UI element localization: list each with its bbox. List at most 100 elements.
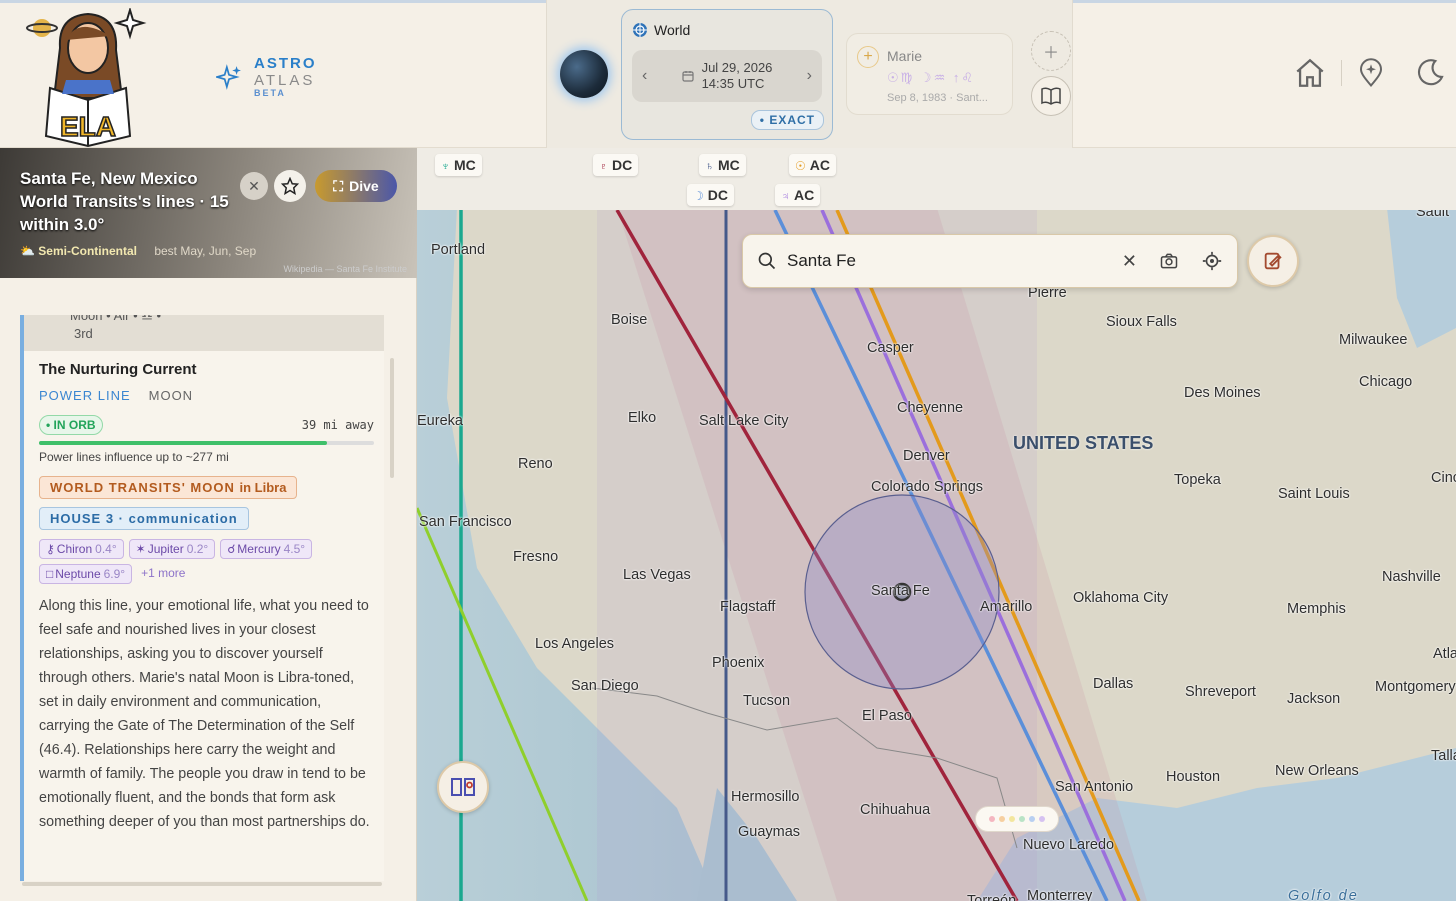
notes-button[interactable] [1247, 235, 1299, 287]
world-chart-card[interactable]: World ‹ Jul 29, 2026 14:35 UTC › • EXACT [621, 9, 833, 140]
city-label: Saint Louis [1278, 486, 1350, 502]
home-icon[interactable] [1293, 56, 1327, 90]
orb-progress-fill [39, 441, 328, 445]
line-detail-scroll[interactable]: Moon • Air • ♎ • 3rd The Nurturing Curre… [20, 315, 384, 881]
country-label: UNITED STATES [1013, 433, 1154, 453]
aspect-planet: Neptune [55, 567, 101, 581]
previous-line-item[interactable]: Moon • Air • ♎ • 3rd [24, 315, 384, 351]
aspect-orb: 4.5° [283, 542, 306, 556]
sun-cloud-icon: ⛅ [20, 244, 35, 258]
city-label: Santa Fe [871, 583, 930, 599]
map-legend-button[interactable] [437, 761, 489, 813]
city-label: Las Vegas [623, 567, 691, 583]
house-tag[interactable]: HOUSE 3 · communication [39, 507, 249, 530]
city-label: Torreón [967, 893, 1017, 901]
city-label: Memphis [1287, 601, 1346, 617]
line-label-4[interactable]: ☽ DC [687, 184, 734, 206]
city-label: Shreveport [1185, 684, 1256, 700]
location-hero: Santa Fe, New Mexico World Transits's li… [0, 148, 417, 278]
location-pin-icon[interactable] [1356, 57, 1386, 89]
aspect-chip[interactable]: ☌ Mercury 4.5° [220, 539, 313, 559]
line-angle: DC [612, 157, 633, 173]
city-label: Dallas [1093, 676, 1134, 692]
line-description: Along this line, your emotional life, wh… [39, 598, 370, 830]
search-input[interactable]: Santa Fe [787, 251, 1112, 271]
date-value[interactable]: Jul 29, 2026 [702, 60, 773, 76]
line-planet: MOON [148, 388, 194, 403]
locate-icon[interactable] [1201, 250, 1223, 272]
brand[interactable]: ASTRO ATLAS BETA [216, 55, 317, 99]
time-value[interactable]: 14:35 UTC [702, 76, 773, 92]
more-aspects-link[interactable]: +1 more [137, 564, 189, 584]
city-label: Oklahoma City [1073, 590, 1169, 606]
aspect-planet: Jupiter [147, 542, 184, 556]
city-label: Fresno [513, 549, 559, 565]
line-label-3[interactable]: ☉ AC [789, 154, 836, 176]
location-title: Santa Fe, New Mexico World Transits's li… [20, 168, 240, 237]
city-label: Salt Lake City [699, 413, 789, 429]
planet-glyph-icon: ♇ [599, 159, 608, 173]
city-label: Nuevo Laredo [1023, 837, 1115, 853]
person-name: Marie [887, 48, 923, 64]
aspect-chip[interactable]: ⚷ Chiron 0.4° [39, 539, 124, 559]
moon-icon[interactable] [1414, 57, 1446, 89]
line-label-1[interactable]: ♇ DC [593, 154, 639, 176]
ela-logo[interactable]: ELA [18, 8, 158, 148]
scrollbar[interactable] [390, 358, 394, 478]
line-label-2[interactable]: ♄ MC [699, 154, 746, 176]
map-book-icon [451, 778, 475, 796]
add-chart-button[interactable]: ＋ [1031, 31, 1071, 71]
person-details: Sep 8, 1983 · Sant... [887, 92, 988, 104]
city-label: Cincinnati [1431, 470, 1456, 486]
chevron-right-icon[interactable]: › [807, 67, 812, 85]
book-button[interactable] [1031, 76, 1071, 116]
line-label-5[interactable]: ♃ AC [775, 184, 821, 206]
city-label: Eureka [417, 413, 463, 429]
star-icon [281, 177, 299, 195]
clear-icon[interactable]: ✕ [1122, 251, 1137, 272]
ela-logo-text: ELA [60, 111, 116, 142]
line-label-0[interactable]: ♆ MC [435, 154, 482, 176]
add-person-icon[interactable]: + [857, 46, 879, 68]
line-kind: POWER LINE [39, 388, 131, 403]
city-label: New Orleans [1275, 763, 1359, 779]
city-label: Des Moines [1184, 385, 1261, 401]
exact-badge[interactable]: • EXACT [750, 110, 824, 130]
person-chart-card[interactable]: + Marie ☉♍ ☽♒ ↑♌ Sep 8, 1983 · Sant... [846, 33, 1013, 115]
city-label: Hermosillo [731, 789, 800, 805]
favorite-star-button[interactable] [274, 170, 306, 202]
layer-dots-toggle[interactable] [975, 806, 1059, 832]
dive-button[interactable]: ⛶ Dive [315, 170, 397, 202]
close-icon[interactable]: ✕ [240, 172, 268, 200]
globe-icon[interactable] [560, 50, 608, 98]
orb-progress-bar [39, 441, 374, 445]
transit-tag[interactable]: WORLD TRANSITS' MOON in Libra [39, 476, 298, 499]
sparkle-icon [216, 64, 241, 91]
influence-note: Power lines influence up to ~277 mi [39, 450, 229, 464]
image-credit[interactable]: Wikipedia — Santa Fe Institute [283, 264, 407, 274]
city-label: Sioux Falls [1106, 314, 1177, 330]
city-label: Portland [431, 242, 486, 258]
map-search-bar[interactable]: Santa Fe ✕ [742, 234, 1238, 288]
horizontal-scrollbar[interactable] [22, 882, 382, 886]
aspect-chip[interactable]: ✶ Jupiter 0.2° [128, 539, 216, 559]
location-summary: World Transits's lines · 15 within 3.0° [20, 191, 229, 234]
aspect-orb: 0.2° [186, 542, 209, 556]
camera-icon[interactable] [1159, 251, 1179, 271]
nav-icons [1293, 56, 1446, 90]
city-label: San Francisco [419, 514, 512, 530]
city-label: Topeka [1174, 472, 1221, 488]
book-icon [1041, 87, 1061, 105]
line-angle: AC [794, 187, 815, 203]
chevron-left-icon[interactable]: ‹ [642, 67, 647, 85]
prev-item-line1: Moon • Air • ♎ • [70, 315, 162, 323]
person-signs-icons: ☉♍ ☽♒ ↑♌ [887, 70, 975, 85]
aspect-chip[interactable]: □ Neptune 6.9° [39, 564, 133, 584]
map-view[interactable]: ♆ MC ♇ DC ♄ MC ☉ AC ☽ DC ♃ AC Portland Boise Elko Salt… [417, 148, 1456, 901]
city-label: Nashville [1382, 569, 1441, 585]
city-label: Boise [611, 312, 648, 328]
planet-glyph-icon: ♆ [441, 159, 450, 173]
line-angle: AC [809, 157, 830, 173]
globe-small-icon [633, 23, 647, 37]
city-label: Tucson [743, 693, 791, 709]
